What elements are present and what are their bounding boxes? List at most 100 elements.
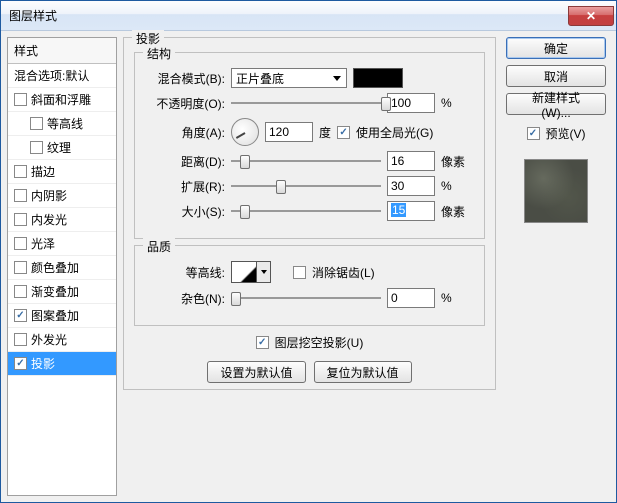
label-antialias: 消除锯齿(L) xyxy=(312,264,375,281)
row-noise: 杂色(N): % xyxy=(147,288,472,308)
opacity-input[interactable] xyxy=(387,93,435,113)
unit-percent2: % xyxy=(441,179,471,193)
style-item-blending[interactable]: 混合选项:默认 xyxy=(8,64,116,88)
style-item-stroke[interactable]: 描边 xyxy=(8,160,116,184)
style-item-satin[interactable]: 光泽 xyxy=(8,232,116,256)
checkbox[interactable] xyxy=(30,117,43,130)
style-item-inner-shadow[interactable]: 内阴影 xyxy=(8,184,116,208)
label-global-light: 使用全局光(G) xyxy=(356,124,433,141)
new-style-button[interactable]: 新建样式(W)... xyxy=(506,93,606,115)
style-label: 纹理 xyxy=(47,139,71,156)
layer-style-dialog: 图层样式 ✕ 样式 混合选项:默认 斜面和浮雕 等高线 纹理 描边 内阴影 内发… xyxy=(0,0,617,503)
label-knockout: 图层挖空投影(U) xyxy=(275,334,364,351)
row-angle: 角度(A): 度 使用全局光(G) xyxy=(147,118,472,146)
btn-label: 确定 xyxy=(544,40,568,57)
style-item-outer-glow[interactable]: 外发光 xyxy=(8,328,116,352)
quality-group: 品质 等高线: 消除锯齿(L) 杂色(N): % xyxy=(134,245,485,326)
ok-button[interactable]: 确定 xyxy=(506,37,606,59)
antialias-checkbox[interactable] xyxy=(293,266,306,279)
size-value: 15 xyxy=(391,203,406,217)
label-preview: 预览(V) xyxy=(546,125,586,142)
unit-percent3: % xyxy=(441,291,471,305)
style-item-pattern-overlay[interactable]: 图案叠加 xyxy=(8,304,116,328)
opacity-slider[interactable] xyxy=(231,94,381,112)
style-item-color-overlay[interactable]: 颜色叠加 xyxy=(8,256,116,280)
style-item-bevel[interactable]: 斜面和浮雕 xyxy=(8,88,116,112)
checkbox[interactable] xyxy=(14,165,27,178)
btn-label: 复位为默认值 xyxy=(327,364,399,381)
style-label: 颜色叠加 xyxy=(31,259,79,276)
label-distance: 距离(D): xyxy=(147,153,225,170)
size-slider[interactable] xyxy=(231,202,381,220)
make-default-button[interactable]: 设置为默认值 xyxy=(207,361,305,383)
structure-title: 结构 xyxy=(143,45,175,62)
checkbox[interactable] xyxy=(14,189,27,202)
checkbox[interactable] xyxy=(14,333,27,346)
noise-slider[interactable] xyxy=(231,289,381,307)
style-item-drop-shadow[interactable]: 投影 xyxy=(8,352,116,376)
checkbox[interactable] xyxy=(14,93,27,106)
style-item-gradient-overlay[interactable]: 渐变叠加 xyxy=(8,280,116,304)
style-label: 等高线 xyxy=(47,115,83,132)
angle-dial[interactable] xyxy=(231,118,259,146)
preview-checkbox[interactable] xyxy=(527,127,540,140)
label-opacity: 不透明度(O): xyxy=(147,95,225,112)
reset-default-button[interactable]: 复位为默认值 xyxy=(314,361,412,383)
chevron-down-icon xyxy=(256,262,270,282)
label-blend-mode: 混合模式(B): xyxy=(147,70,225,87)
label-noise: 杂色(N): xyxy=(147,290,225,307)
window-title: 图层样式 xyxy=(9,7,57,24)
color-swatch[interactable] xyxy=(353,68,403,88)
unit-px2: 像素 xyxy=(441,203,471,220)
style-label: 斜面和浮雕 xyxy=(31,91,91,108)
close-button[interactable]: ✕ xyxy=(568,6,614,26)
checkbox[interactable] xyxy=(14,237,27,250)
row-preview: 预览(V) xyxy=(527,125,586,142)
checkbox[interactable] xyxy=(14,285,27,298)
row-distance: 距离(D): 像素 xyxy=(147,151,472,171)
row-blend-mode: 混合模式(B): 正片叠底 xyxy=(147,68,472,88)
row-knockout: 图层挖空投影(U) xyxy=(134,334,485,351)
style-item-contour[interactable]: 等高线 xyxy=(8,112,116,136)
global-light-checkbox[interactable] xyxy=(337,126,350,139)
checkbox[interactable] xyxy=(14,213,27,226)
row-size: 大小(S): 15 像素 xyxy=(147,201,472,221)
style-item-texture[interactable]: 纹理 xyxy=(8,136,116,160)
checkbox[interactable] xyxy=(14,357,27,370)
shadow-group: 投影 结构 混合模式(B): 正片叠底 不透明度(O): % xyxy=(123,37,496,390)
style-label: 混合选项:默认 xyxy=(14,67,89,84)
distance-input[interactable] xyxy=(387,151,435,171)
titlebar: 图层样式 ✕ xyxy=(1,1,616,31)
style-label: 外发光 xyxy=(31,331,67,348)
btn-label: 新建样式(W)... xyxy=(519,89,593,120)
checkbox[interactable] xyxy=(30,141,43,154)
distance-slider[interactable] xyxy=(231,152,381,170)
checkbox[interactable] xyxy=(14,309,27,322)
content-area: 样式 混合选项:默认 斜面和浮雕 等高线 纹理 描边 内阴影 内发光 光泽 颜色… xyxy=(1,31,616,502)
knockout-checkbox[interactable] xyxy=(256,336,269,349)
checkbox[interactable] xyxy=(14,261,27,274)
angle-input[interactable] xyxy=(265,122,313,142)
contour-picker[interactable] xyxy=(231,261,271,283)
quality-title: 品质 xyxy=(143,238,175,255)
unit-percent: % xyxy=(441,96,471,110)
spread-input[interactable] xyxy=(387,176,435,196)
noise-input[interactable] xyxy=(387,288,435,308)
cancel-button[interactable]: 取消 xyxy=(506,65,606,87)
main-panel: 投影 结构 混合模式(B): 正片叠底 不透明度(O): % xyxy=(123,37,496,496)
btn-label: 设置为默认值 xyxy=(220,364,292,381)
style-label: 渐变叠加 xyxy=(31,283,79,300)
row-contour: 等高线: 消除锯齿(L) xyxy=(147,261,472,283)
style-label: 光泽 xyxy=(31,235,55,252)
spread-slider[interactable] xyxy=(231,177,381,195)
label-spread: 扩展(R): xyxy=(147,178,225,195)
style-item-inner-glow[interactable]: 内发光 xyxy=(8,208,116,232)
style-label: 内阴影 xyxy=(31,187,67,204)
style-label: 图案叠加 xyxy=(31,307,79,324)
blend-mode-combo[interactable]: 正片叠底 xyxy=(231,68,347,88)
label-size: 大小(S): xyxy=(147,203,225,220)
size-input[interactable]: 15 xyxy=(387,201,435,221)
structure-group: 结构 混合模式(B): 正片叠底 不透明度(O): % 角度(A): xyxy=(134,52,485,239)
btn-label: 取消 xyxy=(544,68,568,85)
style-label: 投影 xyxy=(31,355,55,372)
